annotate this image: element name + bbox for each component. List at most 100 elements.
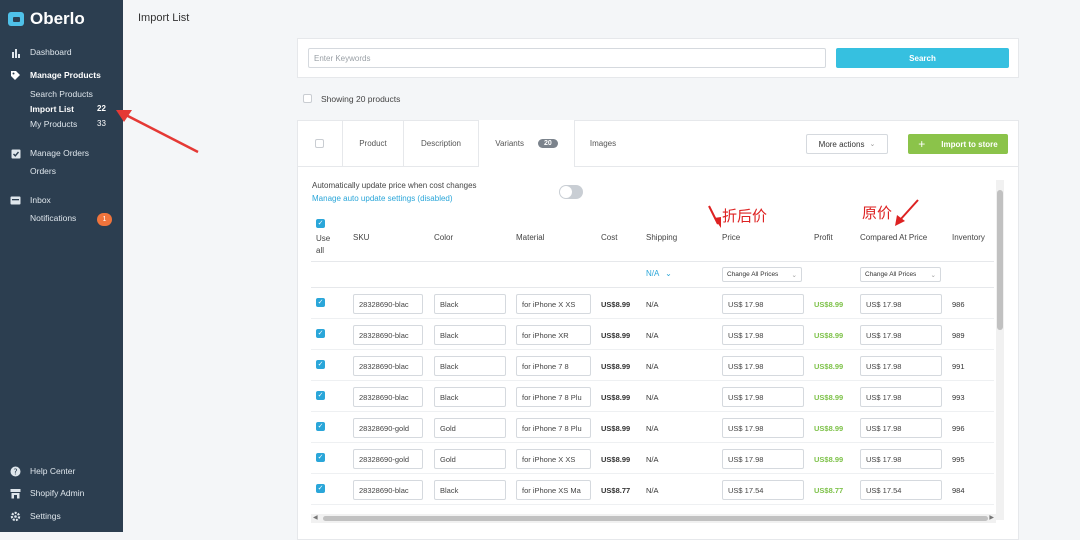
sku-field[interactable]: 28328690-blac xyxy=(353,356,423,376)
variant-checkbox[interactable]: ✓ xyxy=(316,422,325,431)
price-field[interactable]: US$ 17.98 xyxy=(722,325,804,345)
sidebar-item-label: Dashboard xyxy=(30,47,72,57)
import-to-store-label: Import to store xyxy=(941,139,998,149)
material-field[interactable]: for iPhone 7 8 Plu xyxy=(516,387,591,407)
cost-value: US$8.99 xyxy=(601,392,631,402)
material-field[interactable]: for iPhone X XS xyxy=(516,449,591,469)
sidebar-item-label: Import List xyxy=(30,104,74,114)
material-field[interactable]: for iPhone X XS xyxy=(516,294,591,314)
price-field[interactable]: US$ 17.98 xyxy=(722,356,804,376)
material-field[interactable]: for iPhone XS Ma xyxy=(516,480,591,500)
color-field[interactable]: Black xyxy=(434,294,506,314)
inventory-value: 989 xyxy=(952,330,965,340)
tab-images[interactable]: Images xyxy=(575,120,631,166)
search-button[interactable]: Search xyxy=(836,48,1009,68)
sku-field[interactable]: 28328690-blac xyxy=(353,294,423,314)
variant-checkbox[interactable]: ✓ xyxy=(316,453,325,462)
auto-update-settings-link[interactable]: Manage auto update settings (disabled) xyxy=(312,194,453,203)
scroll-left-icon[interactable]: ◀ xyxy=(313,514,318,521)
sku-field[interactable]: 28328690-gold xyxy=(353,418,423,438)
plus-icon: + xyxy=(918,137,926,151)
sku-field[interactable]: 28328690-blac xyxy=(353,325,423,345)
material-field[interactable]: for iPhone 7 8 Plu xyxy=(516,418,591,438)
color-field[interactable]: Black xyxy=(434,356,506,376)
color-field[interactable]: Black xyxy=(434,325,506,345)
sku-field[interactable]: 28328690-blac xyxy=(353,480,423,500)
table-row: ✓ 28328690-blac Black for iPhone X XS US$8.9… xyxy=(311,288,994,319)
product-checkbox-cell[interactable] xyxy=(297,120,343,166)
chevron-down-icon: ⌄ xyxy=(665,269,672,278)
more-actions-label: More actions xyxy=(818,139,865,149)
table-row: ✓ 28328690-gold Gold for iPhone X XS US$8.99… xyxy=(311,443,994,474)
price-field[interactable]: US$ 17.98 xyxy=(722,418,804,438)
shipping-filter[interactable]: N/A ⌄ xyxy=(646,269,672,278)
horizontal-scrollbar-thumb[interactable] xyxy=(323,516,988,521)
price-annotation-arrow xyxy=(708,205,721,228)
scroll-right-icon[interactable]: ▶ xyxy=(989,514,994,521)
tab-product[interactable]: Product xyxy=(343,120,404,166)
material-field[interactable]: for iPhone 7 8 xyxy=(516,356,591,376)
auto-update-toggle[interactable] xyxy=(559,185,583,199)
variant-checkbox[interactable]: ✓ xyxy=(316,298,325,307)
change-all-compared-prices-select[interactable]: Change All Prices ⌄ xyxy=(860,267,941,282)
price-field[interactable]: US$ 17.54 xyxy=(722,480,804,500)
variant-checkbox[interactable]: ✓ xyxy=(316,360,325,369)
price-field[interactable]: US$ 17.98 xyxy=(722,387,804,407)
compared-at-price-field[interactable]: US$ 17.98 xyxy=(860,325,942,345)
product-checkbox[interactable] xyxy=(315,138,324,148)
price-field[interactable]: US$ 17.98 xyxy=(722,449,804,469)
help-icon: ? xyxy=(10,466,21,477)
color-field[interactable]: Gold xyxy=(434,418,506,438)
sku-field[interactable]: 28328690-gold xyxy=(353,449,423,469)
color-field[interactable]: Black xyxy=(434,480,506,500)
horizontal-scrollbar[interactable]: ◀ ▶ xyxy=(311,514,996,523)
more-actions-button[interactable]: More actions ⌄ xyxy=(806,134,888,154)
variant-checkbox[interactable]: ✓ xyxy=(316,391,325,400)
compared-at-price-field[interactable]: US$ 17.54 xyxy=(860,480,942,500)
compared-at-price-field[interactable]: US$ 17.98 xyxy=(860,387,942,407)
shipping-value: N/A xyxy=(646,423,659,433)
variant-checkbox[interactable]: ✓ xyxy=(316,329,325,338)
shipping-value: N/A xyxy=(646,454,659,464)
column-header-inventory: Inventory xyxy=(952,233,985,242)
sku-field[interactable]: 28328690-blac xyxy=(353,387,423,407)
search-input[interactable]: Enter Keywords xyxy=(308,48,826,68)
toggle-knob xyxy=(560,186,572,198)
import-to-store-button[interactable]: + Import to store xyxy=(908,134,1008,154)
vertical-scrollbar[interactable] xyxy=(996,180,1004,520)
auto-update-text: Automatically update price when cost cha… xyxy=(312,181,477,190)
profit-value: US$8.99 xyxy=(814,454,844,464)
table-row: ✓ 28328690-gold Gold for iPhone 7 8 Plu US$8… xyxy=(311,412,994,443)
oberlo-logo[interactable]: Oberlo xyxy=(8,8,85,30)
price-field[interactable]: US$ 17.98 xyxy=(722,294,804,314)
profit-value: US$8.99 xyxy=(814,330,844,340)
chevron-down-icon: ⌄ xyxy=(930,271,936,279)
showing-count: Showing 20 products xyxy=(321,94,401,104)
shipping-value: N/A xyxy=(646,330,659,340)
inbox-icon xyxy=(10,195,21,206)
profit-value: US$8.99 xyxy=(814,299,844,309)
tab-variants[interactable]: Variants 20 xyxy=(479,120,575,167)
use-all-checkbox[interactable]: ✓ xyxy=(316,219,325,228)
compared-at-price-field[interactable]: US$ 17.98 xyxy=(860,449,942,469)
variants-count-badge: 20 xyxy=(537,139,558,148)
color-field[interactable]: Black xyxy=(434,387,506,407)
compared-at-price-field[interactable]: US$ 17.98 xyxy=(860,418,942,438)
variant-checkbox[interactable]: ✓ xyxy=(316,484,325,493)
change-all-prices-select[interactable]: Change All Prices ⌄ xyxy=(722,267,802,282)
select-all-products-checkbox[interactable] xyxy=(303,94,312,103)
shipping-filter-label: N/A xyxy=(646,269,659,278)
tab-description[interactable]: Description xyxy=(404,120,479,166)
brand-name: Oberlo xyxy=(30,9,85,28)
chevron-down-icon: ⌄ xyxy=(869,141,876,148)
gear-icon xyxy=(10,511,21,522)
cost-value: US$8.99 xyxy=(601,454,631,464)
color-field[interactable]: Gold xyxy=(434,449,506,469)
sidebar-item-label: Notifications xyxy=(30,213,77,223)
compared-at-price-field[interactable]: US$ 17.98 xyxy=(860,356,942,376)
page-title: Import List xyxy=(138,12,190,24)
vertical-scrollbar-thumb[interactable] xyxy=(997,190,1003,330)
cost-value: US$8.99 xyxy=(601,299,631,309)
material-field[interactable]: for iPhone XR xyxy=(516,325,591,345)
compared-at-price-field[interactable]: US$ 17.98 xyxy=(860,294,942,314)
